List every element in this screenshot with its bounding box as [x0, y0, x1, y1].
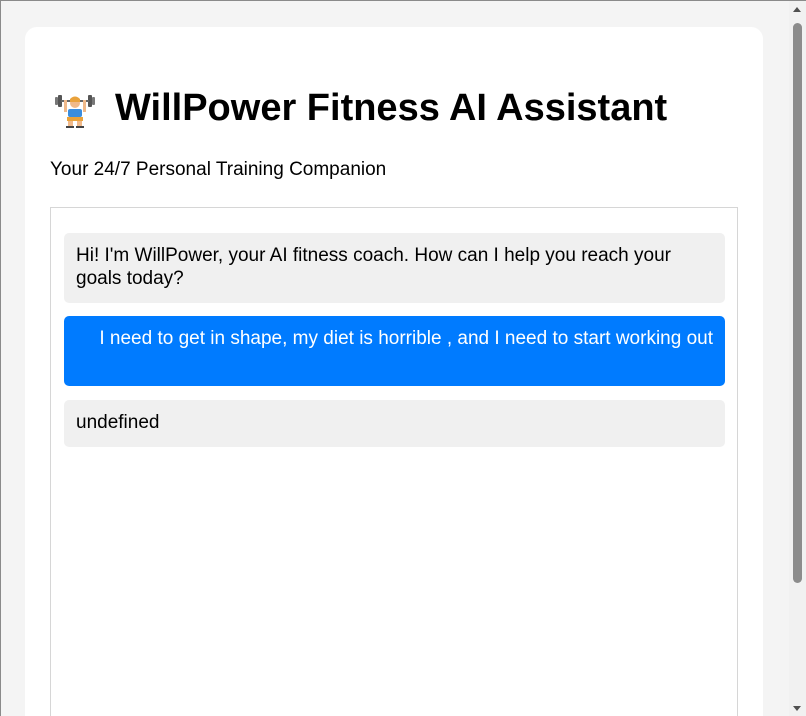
scroll-down-icon[interactable] [793, 706, 801, 711]
chat-container[interactable]: Hi! I'm WillPower, your AI fitness coach… [50, 207, 738, 716]
user-message: I need to get in shape, my diet is horri… [64, 316, 725, 386]
page-subtitle: Your 24/7 Personal Training Companion [50, 159, 387, 180]
browser-viewport: WillPower Fitness AI Assistant Your 24/7… [0, 0, 806, 716]
message-text: Hi! I'm WillPower, your AI fitness coach… [76, 245, 671, 289]
header: WillPower Fitness AI Assistant [55, 85, 667, 131]
page-title: WillPower Fitness AI Assistant [115, 86, 668, 129]
message-text: I need to get in shape, my diet is horri… [99, 328, 713, 349]
assistant-card: WillPower Fitness AI Assistant Your 24/7… [25, 27, 763, 716]
bot-message: Hi! I'm WillPower, your AI fitness coach… [64, 233, 725, 303]
scroll-up-icon[interactable] [793, 7, 801, 12]
weightlifter-icon [55, 95, 95, 128]
message-text: undefined [76, 412, 160, 433]
scrollbar-thumb[interactable] [793, 23, 802, 583]
bot-message: undefined [64, 400, 725, 447]
page-scrollbar[interactable] [789, 1, 806, 716]
